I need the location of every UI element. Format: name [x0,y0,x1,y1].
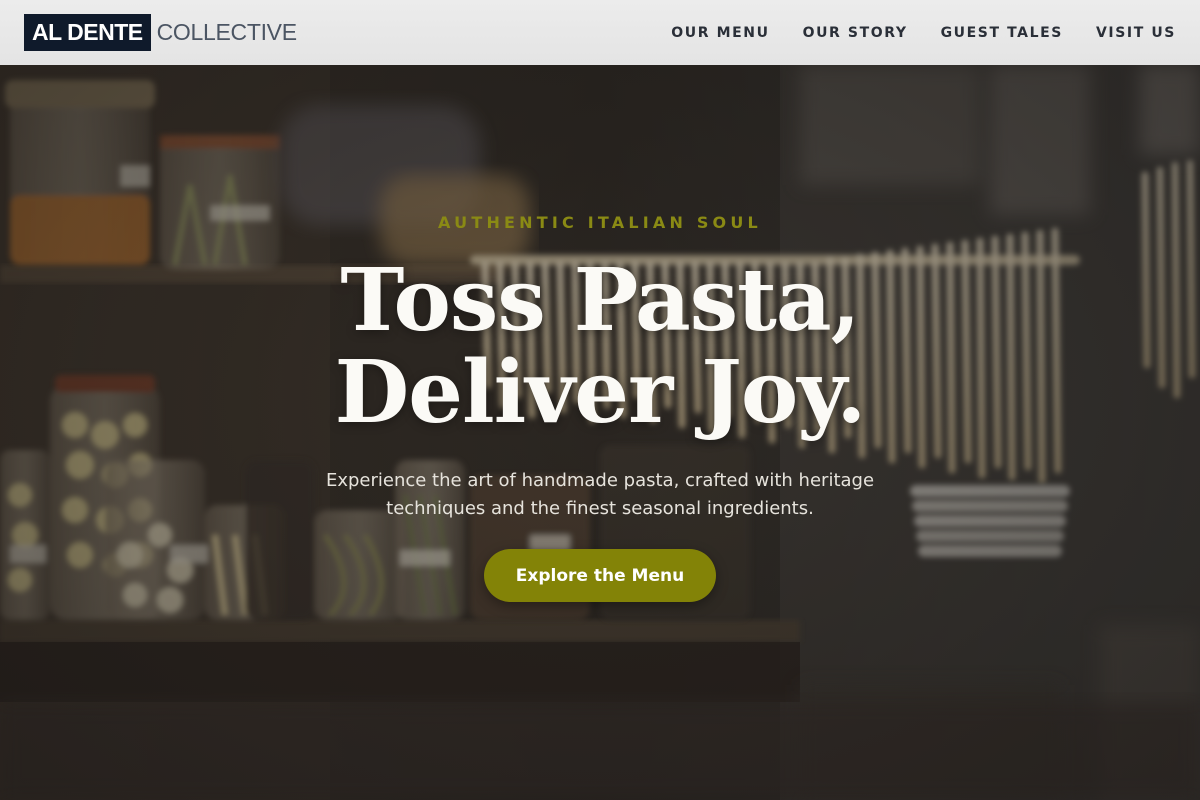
brand-logo[interactable]: AL DENTE COLLECTIVE [24,14,297,51]
main-nav: OUR MENU OUR STORY GUEST TALES VISIT US [671,25,1176,41]
brand-name-primary: AL DENTE [24,14,151,51]
site-header: AL DENTE COLLECTIVE OUR MENU OUR STORY G… [0,0,1200,65]
hero-section: AUTHENTIC ITALIAN SOUL Toss Pasta, Deliv… [0,65,1200,800]
hero-eyebrow: AUTHENTIC ITALIAN SOUL [438,213,762,232]
brand-name-secondary: COLLECTIVE [156,19,297,45]
hero-headline-line2: Deliver Joy. [334,342,867,443]
hero-headline-line1: Toss Pasta, [340,250,860,351]
explore-menu-button[interactable]: Explore the Menu [484,549,716,602]
hero-headline: Toss Pasta, Deliver Joy. [0,255,1200,439]
hero-subtext-line2: techniques and the finest seasonal ingre… [386,498,814,519]
hero-subtext: Experience the art of handmade pasta, cr… [300,467,900,523]
nav-link-guest-tales[interactable]: GUEST TALES [941,25,1063,41]
hero-content: AUTHENTIC ITALIAN SOUL Toss Pasta, Deliv… [0,65,1200,800]
nav-link-visit-us[interactable]: VISIT US [1096,25,1176,41]
nav-link-our-story[interactable]: OUR STORY [803,25,908,41]
hero-subtext-line1: Experience the art of handmade pasta, cr… [325,470,875,491]
nav-link-our-menu[interactable]: OUR MENU [671,25,769,41]
